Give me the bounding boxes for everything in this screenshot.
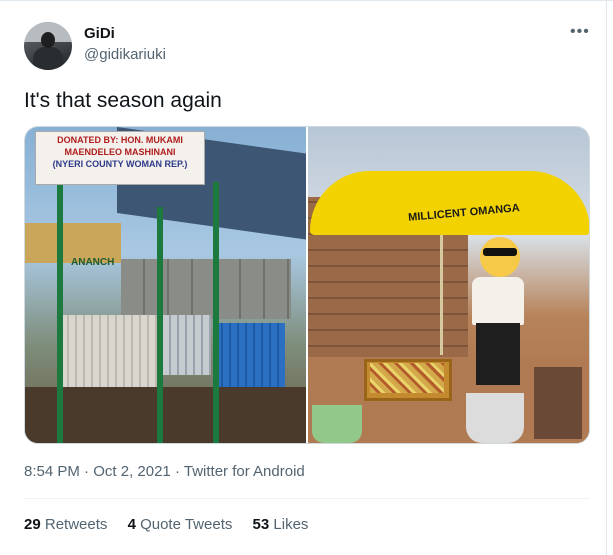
divider bbox=[24, 498, 590, 499]
tweet-metadata: 8:54 PM · Oct 2, 2021 · Twitter for Andr… bbox=[24, 463, 305, 480]
sign-line-1: DONATED BY: HON. MUKAMI bbox=[57, 135, 183, 145]
retweets-stat[interactable]: 29 Retweets bbox=[24, 516, 107, 533]
umbrella bbox=[310, 171, 589, 235]
top-border bbox=[0, 0, 613, 1]
tweet-time[interactable]: 8:54 PM bbox=[24, 463, 80, 480]
separator: · bbox=[84, 463, 90, 480]
tweet-text: It's that season again bbox=[24, 89, 222, 112]
separator: · bbox=[174, 463, 180, 480]
photo-left[interactable]: ANANCH DONATED BY: HON. MUKAMI MAENDELEO… bbox=[25, 127, 306, 443]
right-border bbox=[606, 0, 607, 555]
sign-line-3: (NYERI COUNTY WOMAN REP.) bbox=[52, 159, 188, 169]
likes-stat[interactable]: 53 Likes bbox=[253, 516, 309, 533]
likes-count: 53 bbox=[252, 516, 270, 533]
retweets-count: 29 bbox=[24, 516, 41, 533]
building-text: ANANCH bbox=[71, 257, 115, 268]
tweet-source[interactable]: Twitter for Android bbox=[184, 463, 305, 480]
tweet-date[interactable]: Oct 2, 2021 bbox=[93, 463, 171, 480]
sign-line-2: MAENDELEO MASHINANI bbox=[64, 147, 176, 157]
author-name[interactable]: GiDi bbox=[84, 25, 115, 42]
avatar[interactable] bbox=[24, 22, 72, 70]
likes-label: Likes bbox=[273, 516, 309, 533]
sunglasses-emoji-icon bbox=[480, 237, 520, 277]
quotes-count: 4 bbox=[127, 516, 136, 533]
tweet-media[interactable]: ANANCH DONATED BY: HON. MUKAMI MAENDELEO… bbox=[24, 126, 590, 444]
quotes-label: Quote Tweets bbox=[140, 516, 233, 533]
photo-right[interactable]: MILLICENT OMANGA bbox=[308, 127, 589, 443]
donation-sign: DONATED BY: HON. MUKAMI MAENDELEO MASHIN… bbox=[35, 131, 205, 185]
quote-tweets-stat[interactable]: 4 Quote Tweets bbox=[128, 516, 233, 533]
author-handle[interactable]: @gidikariuki bbox=[84, 46, 166, 63]
tweet-stats: 29 Retweets 4 Quote Tweets 53 Likes bbox=[24, 516, 324, 533]
more-icon[interactable]: ••• bbox=[570, 24, 590, 41]
vendor-person bbox=[468, 237, 526, 387]
retweets-label: Retweets bbox=[44, 516, 108, 533]
